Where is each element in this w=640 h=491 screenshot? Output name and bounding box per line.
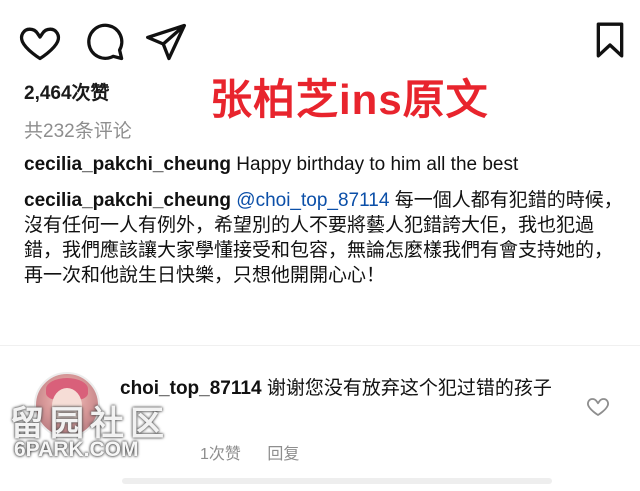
divider bbox=[0, 345, 640, 346]
comment: cecilia_pakchi_cheung @choi_top_87114 每一… bbox=[24, 188, 624, 288]
post-caption: cecilia_pakchi_cheung Happy birthday to … bbox=[24, 152, 624, 178]
save-button[interactable] bbox=[590, 18, 630, 62]
reply-link[interactable]: 回复 bbox=[267, 446, 299, 463]
view-all-comments-link[interactable]: 共232条评论 bbox=[24, 116, 132, 143]
like-button[interactable] bbox=[18, 20, 62, 64]
like-count[interactable]: 2,464次赞 bbox=[24, 78, 110, 105]
share-button[interactable] bbox=[144, 20, 188, 64]
comment-icon bbox=[87, 23, 124, 61]
heart-icon bbox=[19, 27, 61, 61]
reply-text: 谢谢您没有放弃这个犯过错的孩子 bbox=[266, 378, 552, 399]
send-icon bbox=[146, 23, 186, 61]
comment-mention[interactable]: @choi_top_87114 bbox=[236, 190, 389, 211]
partial-bottom-element bbox=[122, 478, 552, 484]
reply-comment: choi_top_87114 谢谢您没有放弃这个犯过错的孩子 bbox=[120, 376, 580, 402]
comment-username[interactable]: cecilia_pakchi_cheung bbox=[24, 190, 231, 211]
caption-username[interactable]: cecilia_pakchi_cheung bbox=[24, 154, 231, 175]
heart-icon bbox=[587, 398, 609, 416]
overlay-title: 张柏芝ins原文 bbox=[210, 76, 489, 123]
reply-like-button[interactable] bbox=[586, 394, 610, 418]
caption-text: Happy birthday to him all the best bbox=[236, 154, 519, 175]
comment-button[interactable] bbox=[82, 20, 126, 64]
reply-like-count[interactable]: 1次赞 bbox=[200, 446, 241, 463]
bookmark-icon bbox=[596, 22, 624, 58]
watermark-url: 6PARK.COM bbox=[14, 438, 139, 461]
reply-meta: 1次赞 回复 bbox=[200, 440, 321, 464]
